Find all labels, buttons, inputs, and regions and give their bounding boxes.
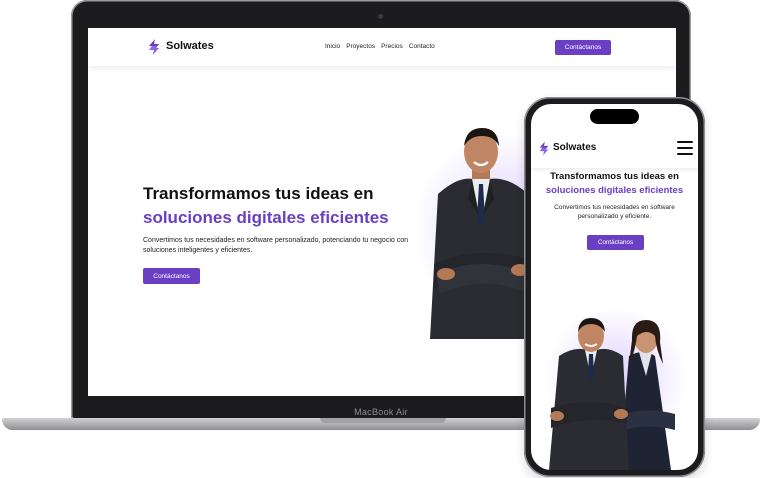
phone-screen: Solwates Transformamos tus ideas en solu… bbox=[531, 104, 698, 470]
nav-link-precios[interactable]: Precios bbox=[381, 43, 403, 50]
navbar: Solwates Inicio Proyectos Precios Contac… bbox=[88, 28, 676, 66]
brand-name[interactable]: Solwates bbox=[166, 40, 214, 52]
nav-link-proyectos[interactable]: Proyectos bbox=[346, 43, 375, 50]
nav-menu: Inicio Proyectos Precios Contacto bbox=[325, 43, 435, 50]
nav-link-contacto[interactable]: Contacto bbox=[409, 43, 435, 50]
hero-title: Transformamos tus ideas en bbox=[143, 184, 374, 203]
mobile-hero-title: Transformamos tus ideas en bbox=[550, 171, 679, 182]
hero-people-image bbox=[549, 318, 675, 470]
camera-icon bbox=[378, 14, 383, 19]
logo-icon[interactable] bbox=[147, 39, 161, 55]
mobile-navbar: Solwates bbox=[531, 130, 698, 168]
mobile-hero-contact-button[interactable]: Contáctanos bbox=[587, 235, 644, 250]
brand-name[interactable]: Solwates bbox=[553, 142, 596, 153]
hero-description: Convertimos tus necesidades en software … bbox=[143, 237, 408, 254]
nav-contact-button[interactable]: Contáctanos bbox=[555, 40, 611, 55]
dynamic-island bbox=[590, 109, 639, 124]
hamburger-menu-icon[interactable] bbox=[677, 141, 693, 155]
hero-person-image bbox=[430, 128, 536, 339]
mobile-hero-accent-title: soluciones digitales eficientes bbox=[545, 185, 684, 196]
hero-contact-button[interactable]: Contáctanos bbox=[143, 268, 200, 284]
hero-accent-title: soluciones digitales eficientes bbox=[143, 208, 389, 227]
laptop-notch bbox=[320, 418, 446, 423]
nav-link-inicio[interactable]: Inicio bbox=[325, 43, 340, 50]
mobile-hero-description: Convertimos tus necesidades en software … bbox=[554, 204, 675, 220]
logo-icon[interactable] bbox=[538, 141, 550, 156]
